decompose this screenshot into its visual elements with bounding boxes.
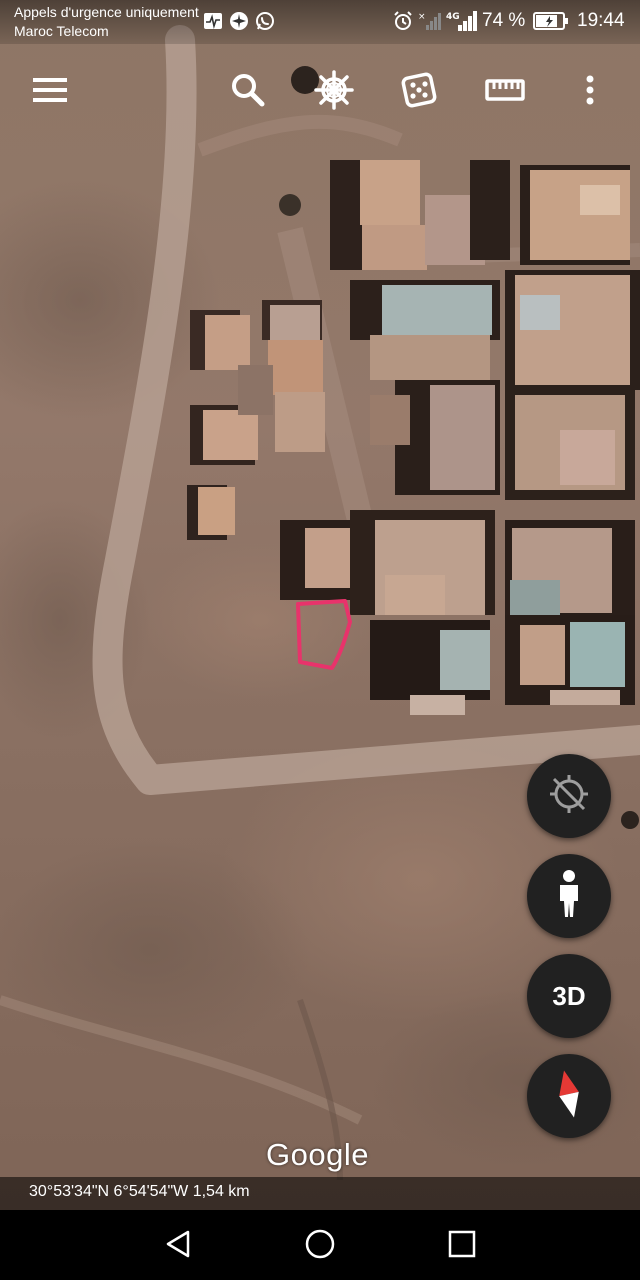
more-options-button[interactable]: [566, 68, 614, 116]
clock: 19:44: [577, 10, 625, 31]
signal-icon: 4G: [446, 10, 478, 32]
measure-ruler-icon: [485, 78, 525, 107]
battery-percent: 74 %: [482, 10, 526, 31]
svg-text:×: ×: [418, 12, 426, 22]
pegman-icon: [554, 869, 584, 924]
home-button[interactable]: [300, 1226, 340, 1266]
compass-icon: [554, 1068, 584, 1125]
toggle-3d-label: 3D: [552, 980, 586, 1011]
system-nav-bar: [0, 1210, 640, 1280]
battery-icon: [532, 10, 570, 32]
measure-button[interactable]: [481, 68, 529, 116]
alarm-icon: [392, 10, 414, 32]
recents-button[interactable]: [442, 1226, 482, 1266]
voyager-wheel-icon: [314, 69, 354, 115]
feeling-lucky-button[interactable]: [395, 68, 443, 116]
back-button[interactable]: [158, 1226, 198, 1266]
google-logo: Google: [266, 1137, 369, 1172]
coordinates-bar: 30°53'34"N 6°54'54"W 1,54 km: [0, 1177, 640, 1210]
emergency-calls-only-text: Appels d'urgence uniquement: [14, 4, 199, 20]
google-earth-screen: Appels d'urgence uniquement Maroc Teleco…: [0, 0, 640, 1280]
svg-text:4G: 4G: [446, 12, 460, 22]
airplane-icon: [228, 10, 250, 32]
recenter-location-button[interactable]: [527, 754, 611, 838]
coordinates-readout: 30°53'34"N 6°54'54"W 1,54 km: [29, 1183, 250, 1200]
menu-button[interactable]: [26, 68, 74, 116]
activity-icon: [202, 10, 224, 32]
search-icon: [231, 73, 265, 112]
carrier-name: Maroc Telecom: [14, 23, 109, 39]
search-button[interactable]: [224, 68, 272, 116]
compass-button[interactable]: [527, 1054, 611, 1138]
location-off-icon: [546, 771, 592, 822]
feeling-lucky-dice-icon: [400, 71, 438, 114]
voyager-button[interactable]: [310, 68, 358, 116]
toggle-3d-button[interactable]: 3D: [527, 954, 611, 1038]
recents-icon: [448, 1230, 476, 1263]
more-vert-icon: [585, 75, 595, 110]
home-icon: [304, 1228, 336, 1265]
street-view-button[interactable]: [527, 854, 611, 938]
back-icon: [164, 1229, 192, 1264]
whatsapp-icon: [254, 10, 276, 32]
no-signal-icon: ×: [417, 10, 443, 32]
status-bar: Appels d'urgence uniquement Maroc Teleco…: [0, 0, 640, 44]
menu-icon: [33, 77, 67, 108]
